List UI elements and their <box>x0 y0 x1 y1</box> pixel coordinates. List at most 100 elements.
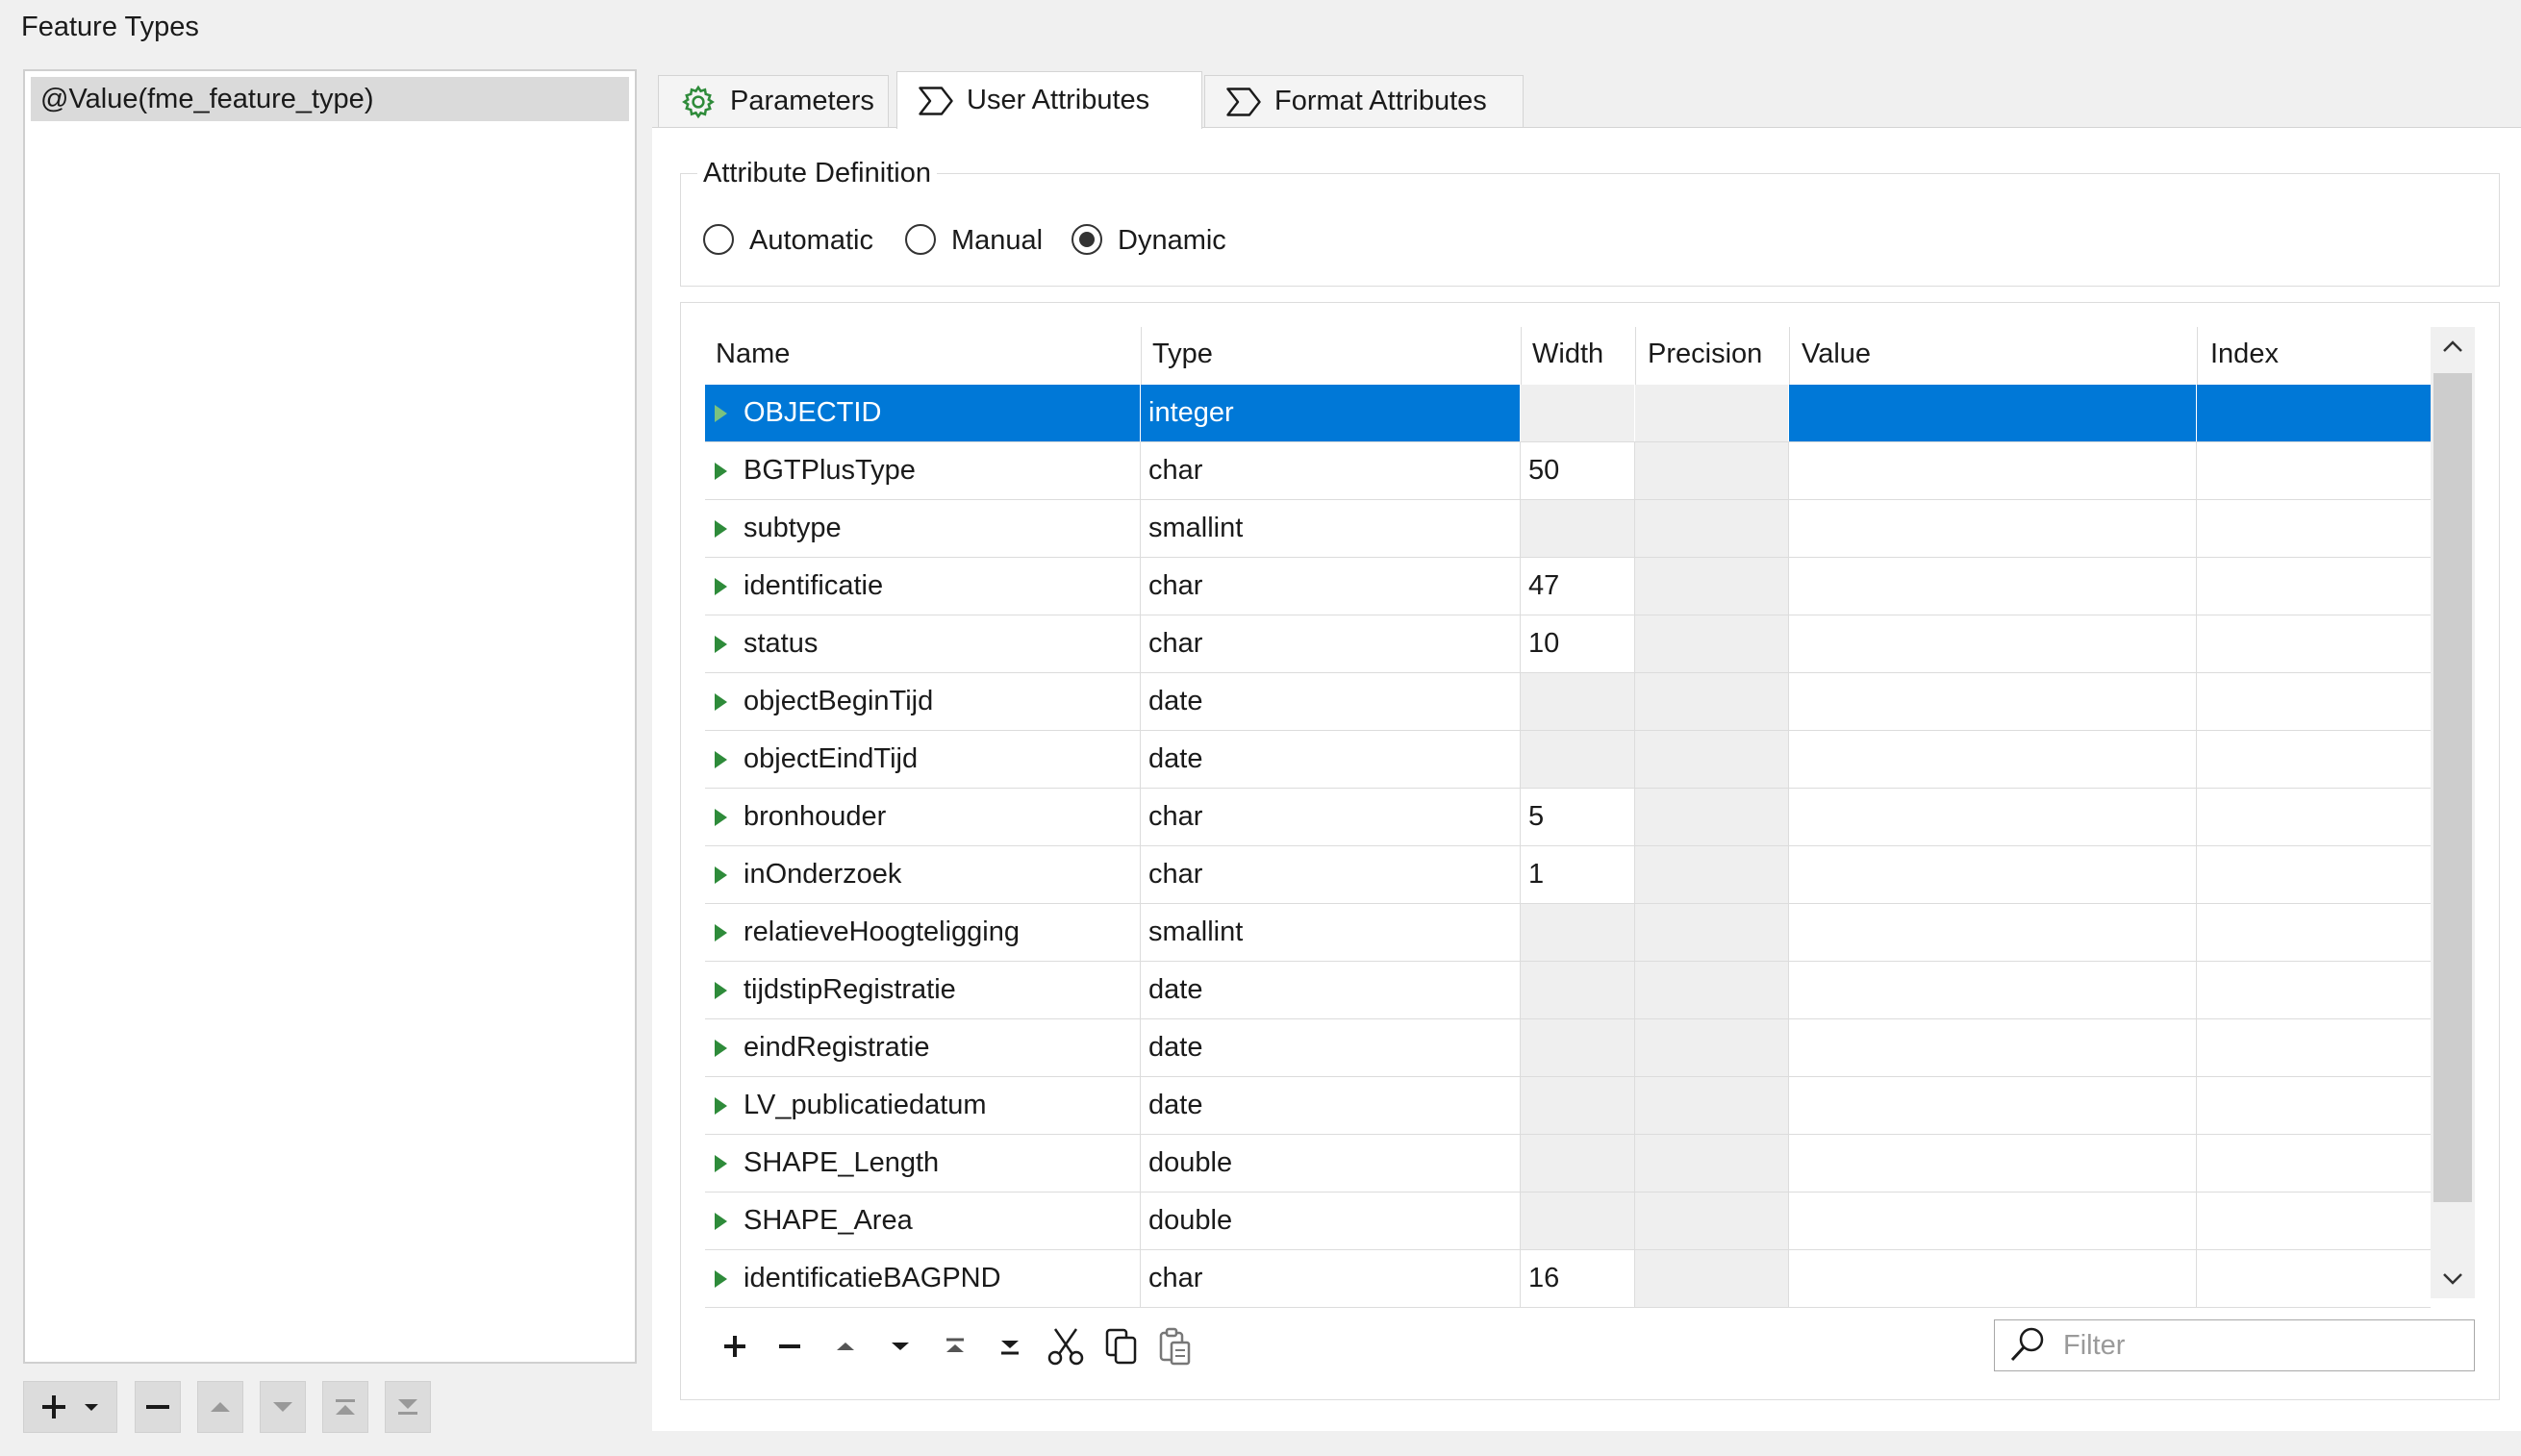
table-row[interactable]: inOnderzoek char 1 <box>705 846 2431 904</box>
radio-manual[interactable] <box>905 224 936 255</box>
cell-type[interactable]: date <box>1141 731 1521 788</box>
table-row[interactable]: bronhouder char 5 <box>705 789 2431 846</box>
cell-name[interactable]: SHAPE_Area <box>705 1192 1141 1249</box>
cell-width[interactable]: 47 <box>1521 558 1635 615</box>
feature-types-list[interactable]: @Value(fme_feature_type) <box>23 69 637 1364</box>
table-row[interactable]: objectEindTijd date <box>705 731 2431 789</box>
cell-precision[interactable] <box>1635 615 1789 672</box>
cell-index[interactable] <box>2197 904 2431 961</box>
table-row[interactable]: tijdstipRegistratie date <box>705 962 2431 1019</box>
expand-arrow-icon[interactable] <box>715 578 727 595</box>
cell-type[interactable]: char <box>1141 789 1521 845</box>
cell-name[interactable]: eindRegistratie <box>705 1019 1141 1076</box>
cell-type[interactable]: char <box>1141 846 1521 903</box>
cell-precision[interactable] <box>1635 673 1789 730</box>
cell-type[interactable]: char <box>1141 615 1521 672</box>
cell-index[interactable] <box>2197 789 2431 845</box>
add-attribute-button[interactable] <box>714 1325 756 1368</box>
table-row[interactable]: status char 10 <box>705 615 2431 673</box>
cell-index[interactable] <box>2197 846 2431 903</box>
cell-precision[interactable] <box>1635 1250 1789 1307</box>
table-row[interactable]: identificatie char 47 <box>705 558 2431 615</box>
expand-arrow-icon[interactable] <box>715 924 727 941</box>
cell-precision[interactable] <box>1635 962 1789 1018</box>
feature-type-item[interactable]: @Value(fme_feature_type) <box>31 77 629 121</box>
expand-arrow-icon[interactable] <box>715 1040 727 1057</box>
cell-value[interactable] <box>1789 1250 2197 1307</box>
scroll-down-icon[interactable] <box>2441 1271 2464 1292</box>
column-header-value[interactable]: Value <box>1802 339 1871 370</box>
cell-index[interactable] <box>2197 385 2431 441</box>
cell-index[interactable] <box>2197 1192 2431 1249</box>
cell-name[interactable]: status <box>705 615 1141 672</box>
table-row[interactable]: identificatieBAGPND char 16 <box>705 1250 2431 1308</box>
cell-type[interactable]: double <box>1141 1192 1521 1249</box>
paste-button[interactable] <box>1154 1325 1197 1368</box>
expand-arrow-icon[interactable] <box>715 751 727 768</box>
cell-value[interactable] <box>1789 615 2197 672</box>
cell-width[interactable] <box>1521 500 1635 557</box>
cell-precision[interactable] <box>1635 1077 1789 1134</box>
cell-name[interactable]: LV_publicatiedatum <box>705 1077 1141 1134</box>
cell-type[interactable]: smallint <box>1141 904 1521 961</box>
cell-value[interactable] <box>1789 1135 2197 1192</box>
cell-value[interactable] <box>1789 962 2197 1018</box>
cell-name[interactable]: identificatie <box>705 558 1141 615</box>
cell-index[interactable] <box>2197 962 2431 1018</box>
cell-width[interactable] <box>1521 1135 1635 1192</box>
cell-index[interactable] <box>2197 558 2431 615</box>
cell-width[interactable] <box>1521 1077 1635 1134</box>
cell-precision[interactable] <box>1635 500 1789 557</box>
cell-precision[interactable] <box>1635 731 1789 788</box>
cell-width[interactable] <box>1521 904 1635 961</box>
cell-index[interactable] <box>2197 1250 2431 1307</box>
radio-dynamic[interactable] <box>1071 224 1102 255</box>
column-header-type[interactable]: Type <box>1152 339 1213 370</box>
cell-type[interactable]: date <box>1141 962 1521 1018</box>
scrollbar-thumb[interactable] <box>2433 373 2472 1202</box>
expand-arrow-icon[interactable] <box>715 866 727 884</box>
cell-name[interactable]: identificatieBAGPND <box>705 1250 1141 1307</box>
cut-button[interactable] <box>1045 1325 1087 1368</box>
table-row[interactable]: eindRegistratie date <box>705 1019 2431 1077</box>
cell-width[interactable]: 1 <box>1521 846 1635 903</box>
remove-feature-type-button[interactable] <box>135 1381 181 1433</box>
cell-precision[interactable] <box>1635 1192 1789 1249</box>
cell-name[interactable]: subtype <box>705 500 1141 557</box>
column-header-width[interactable]: Width <box>1532 339 1603 370</box>
tab-parameters[interactable]: Parameters <box>658 75 889 127</box>
cell-type[interactable]: double <box>1141 1135 1521 1192</box>
cell-index[interactable] <box>2197 1077 2431 1134</box>
move-to-bottom-button[interactable] <box>385 1381 431 1433</box>
cell-type[interactable]: char <box>1141 1250 1521 1307</box>
cell-index[interactable] <box>2197 615 2431 672</box>
expand-arrow-icon[interactable] <box>715 463 727 480</box>
cell-index[interactable] <box>2197 673 2431 730</box>
cell-name[interactable]: objectBeginTijd <box>705 673 1141 730</box>
cell-name[interactable]: SHAPE_Length <box>705 1135 1141 1192</box>
copy-button[interactable] <box>1100 1325 1143 1368</box>
cell-type[interactable]: date <box>1141 673 1521 730</box>
cell-width[interactable] <box>1521 731 1635 788</box>
radio-automatic[interactable] <box>703 224 734 255</box>
cell-width[interactable] <box>1521 1192 1635 1249</box>
table-row[interactable]: SHAPE_Length double <box>705 1135 2431 1192</box>
cell-type[interactable]: char <box>1141 442 1521 499</box>
table-row[interactable]: LV_publicatiedatum date <box>705 1077 2431 1135</box>
move-attribute-bottom-button[interactable] <box>989 1325 1031 1368</box>
expand-arrow-icon[interactable] <box>715 1270 727 1288</box>
cell-type[interactable]: char <box>1141 558 1521 615</box>
cell-type[interactable]: date <box>1141 1077 1521 1134</box>
cell-width[interactable]: 50 <box>1521 442 1635 499</box>
cell-value[interactable] <box>1789 731 2197 788</box>
table-row[interactable]: BGTPlusType char 50 <box>705 442 2431 500</box>
column-header-index[interactable]: Index <box>2210 339 2279 370</box>
cell-precision[interactable] <box>1635 442 1789 499</box>
cell-value[interactable] <box>1789 500 2197 557</box>
scroll-up-icon[interactable] <box>2441 339 2464 359</box>
cell-precision[interactable] <box>1635 789 1789 845</box>
cell-width[interactable]: 16 <box>1521 1250 1635 1307</box>
move-down-button[interactable] <box>260 1381 306 1433</box>
cell-type[interactable]: date <box>1141 1019 1521 1076</box>
tab-user-attributes[interactable]: User Attributes <box>896 71 1202 129</box>
